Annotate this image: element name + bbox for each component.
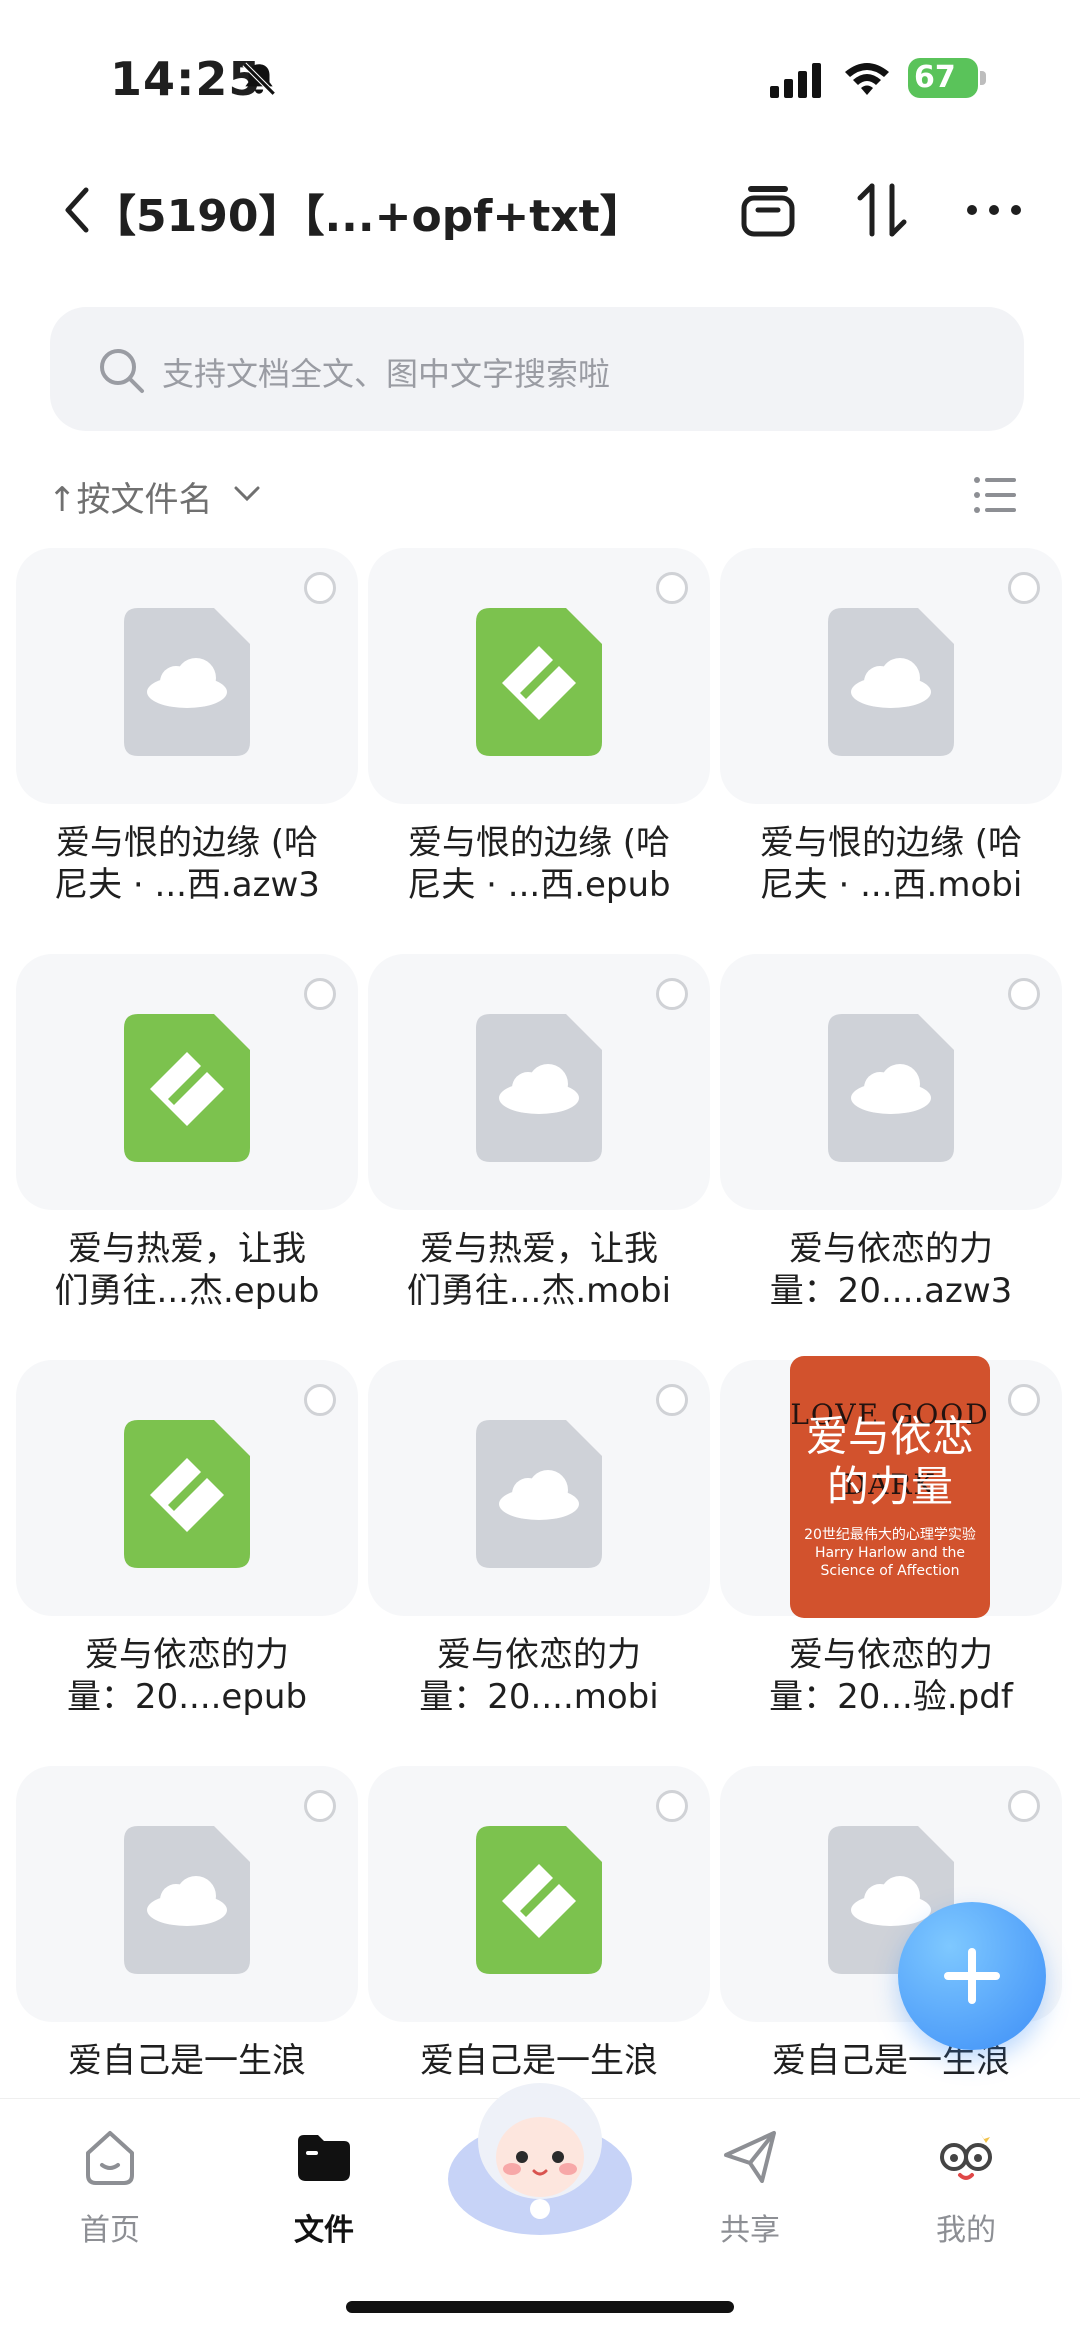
search-icon bbox=[100, 349, 144, 393]
archive-icon[interactable] bbox=[736, 178, 800, 242]
file-tile[interactable]: 爱与热爱，让我 们勇往...杰.epub bbox=[16, 954, 358, 1312]
cloud-file-icon bbox=[476, 1014, 602, 1162]
file-tile[interactable]: 爱与恨的边缘 (哈 尼夫 · ...西.mobi bbox=[720, 548, 1062, 906]
epub-file-icon bbox=[124, 1420, 250, 1568]
tab-home-label: 首页 bbox=[80, 2213, 140, 2248]
file-name: 爱与依恋的力 量：20....mobi bbox=[419, 1635, 659, 1717]
share-icon bbox=[724, 2131, 776, 2183]
select-radio[interactable] bbox=[304, 978, 336, 1010]
tab-share[interactable]: 共享 bbox=[680, 2121, 820, 2261]
cover-subtitle: 20世纪最伟大的心理学实验 Harry Harlow and the Scien… bbox=[804, 1527, 976, 1579]
tab-share-label: 共享 bbox=[720, 2213, 780, 2248]
file-name: 爱与依恋的力 量：20....epub bbox=[66, 1635, 308, 1717]
profile-icon bbox=[940, 2133, 992, 2180]
tab-files[interactable]: 文件 bbox=[254, 2121, 394, 2261]
cloud-file-icon bbox=[476, 1420, 602, 1568]
select-radio[interactable] bbox=[656, 978, 688, 1010]
epub-file-icon bbox=[124, 1014, 250, 1162]
search-placeholder: 支持文档全文、图中文字搜索啦 bbox=[162, 355, 611, 393]
select-radio[interactable] bbox=[304, 1790, 336, 1822]
select-radio[interactable] bbox=[656, 572, 688, 604]
file-name: 爱与依恋的力 量：20...验.pdf bbox=[769, 1635, 1013, 1717]
file-tile[interactable]: 爱自己是一生浪 bbox=[16, 1766, 358, 2082]
file-name: 爱自己是一生浪 bbox=[772, 2041, 1010, 2081]
file-tile[interactable]: 爱与热爱，让我 们勇往...杰.mobi bbox=[368, 954, 710, 1312]
file-name: 爱与依恋的力 量：20....azw3 bbox=[769, 1229, 1013, 1311]
book-cover-thumbnail: LOVE GOOD DARK 爱与依恋的力量 20世纪最伟大的心理学实验 Har… bbox=[790, 1356, 990, 1618]
bottom-tab-bar: 首页 文件 共享 我的 bbox=[0, 2083, 1080, 2341]
epub-file-icon bbox=[476, 1826, 602, 1974]
back-icon[interactable] bbox=[56, 182, 96, 238]
file-tile[interactable]: 爱与恨的边缘 (哈 尼夫 · ...西.epub bbox=[368, 548, 710, 906]
cloud-file-icon bbox=[124, 608, 250, 756]
select-radio[interactable] bbox=[1008, 978, 1040, 1010]
chevron-down-icon[interactable] bbox=[232, 482, 262, 506]
tab-files-label: 文件 bbox=[294, 2213, 354, 2248]
signal-icon bbox=[770, 63, 821, 98]
file-name: 爱与热爱，让我 们勇往...杰.epub bbox=[54, 1229, 320, 1311]
cloud-file-icon bbox=[828, 608, 954, 756]
page-title: 【5190】【...+opf+txt】 bbox=[92, 191, 644, 242]
select-radio[interactable] bbox=[656, 1384, 688, 1416]
mascot-icon[interactable] bbox=[440, 2059, 640, 2239]
sort-row: ↑按文件名 bbox=[0, 460, 1080, 532]
sort-arrows-icon[interactable] bbox=[850, 178, 914, 242]
file-tile[interactable]: 爱与依恋的力 量：20....mobi bbox=[368, 1360, 710, 1718]
file-name: 爱与恨的边缘 (哈 尼夫 · ...西.mobi bbox=[759, 823, 1023, 905]
add-button[interactable] bbox=[898, 1902, 1046, 2050]
cloud-file-icon bbox=[124, 1826, 250, 1974]
list-view-icon[interactable] bbox=[972, 474, 1018, 516]
file-name: 爱与热爱，让我 们勇往...杰.mobi bbox=[406, 1229, 672, 1311]
home-indicator bbox=[346, 2301, 734, 2313]
file-tile[interactable]: LOVE GOOD DARK 爱与依恋的力量 20世纪最伟大的心理学实验 Har… bbox=[720, 1356, 1062, 1718]
file-browser-screen: 14:25 67 【5190】【...+opf+txt】 支持文档全文、图中文字… bbox=[0, 0, 1080, 2341]
battery-level: 67 bbox=[914, 60, 956, 95]
epub-file-icon bbox=[476, 608, 602, 756]
wifi-icon bbox=[845, 63, 889, 95]
file-name: 爱与恨的边缘 (哈 尼夫 · ...西.azw3 bbox=[54, 823, 320, 905]
file-tile[interactable]: 爱与依恋的力 量：20....epub bbox=[16, 1360, 358, 1718]
battery-charging-icon: 67 bbox=[908, 58, 986, 98]
tab-home[interactable]: 首页 bbox=[40, 2121, 180, 2261]
more-icon[interactable] bbox=[962, 178, 1026, 242]
file-name: 爱自己是一生浪 bbox=[68, 2041, 306, 2081]
folder-icon bbox=[298, 2135, 350, 2181]
file-tile[interactable]: 爱与恨的边缘 (哈 尼夫 · ...西.azw3 bbox=[16, 548, 358, 906]
file-tile[interactable]: 爱自己是一生浪 bbox=[368, 1766, 710, 2082]
cloud-file-icon bbox=[828, 1014, 954, 1162]
select-radio[interactable] bbox=[304, 572, 336, 604]
tab-profile-label: 我的 bbox=[936, 2213, 996, 2248]
status-bar: 14:25 67 bbox=[0, 0, 1080, 150]
select-radio[interactable] bbox=[304, 1384, 336, 1416]
select-radio[interactable] bbox=[1008, 1790, 1040, 1822]
file-tile[interactable]: 爱与依恋的力 量：20....azw3 bbox=[720, 954, 1062, 1312]
home-icon bbox=[86, 2131, 134, 2185]
select-radio[interactable] bbox=[656, 1790, 688, 1822]
select-radio[interactable] bbox=[1008, 1384, 1040, 1416]
tab-profile[interactable]: 我的 bbox=[896, 2121, 1036, 2261]
file-name: 爱与恨的边缘 (哈 尼夫 · ...西.epub bbox=[407, 823, 671, 905]
file-grid: 爱与恨的边缘 (哈 尼夫 · ...西.azw3 爱与恨的边缘 (哈 尼夫 · ..… bbox=[0, 540, 1080, 2100]
search-bar[interactable]: 支持文档全文、图中文字搜索啦 bbox=[50, 307, 1024, 431]
select-radio[interactable] bbox=[1008, 572, 1040, 604]
cover-chinese-title: 爱与依恋的力量 bbox=[805, 1412, 974, 1511]
bell-muted-icon bbox=[242, 62, 276, 96]
sort-by-name-button[interactable]: ↑按文件名 bbox=[48, 472, 213, 521]
navigation-header: 【5190】【...+opf+txt】 bbox=[0, 150, 1080, 270]
